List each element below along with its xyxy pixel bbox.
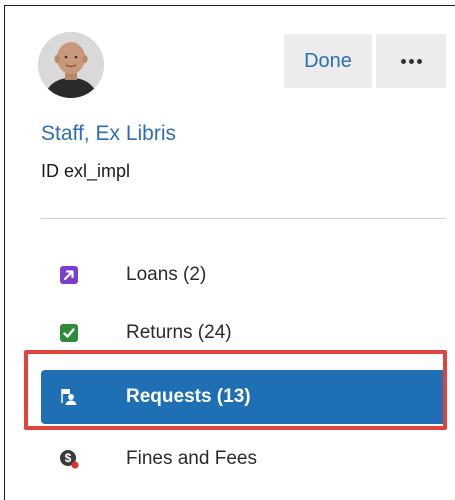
request-person-icon xyxy=(59,387,79,407)
divider xyxy=(41,218,446,219)
user-name-link[interactable]: Staff, Ex Libris xyxy=(41,122,176,146)
nav-item-label: Requests (13) xyxy=(126,386,251,407)
avatar[interactable] xyxy=(38,32,104,98)
done-button[interactable]: Done xyxy=(284,34,372,88)
fines-dollar-icon: $ xyxy=(59,449,79,469)
user-id: ID exl_impl xyxy=(41,161,130,182)
svg-text:$: $ xyxy=(65,451,72,465)
user-id-prefix: ID xyxy=(41,161,59,181)
nav-item-requests[interactable]: Requests (13) xyxy=(41,370,446,424)
return-check-icon xyxy=(59,323,79,343)
user-id-value: exl_impl xyxy=(64,161,131,181)
nav-item-label: Loans (2) xyxy=(126,264,207,285)
more-options-button[interactable] xyxy=(376,34,446,88)
user-panel: Done Staff, Ex Libris ID exl_impl Loans … xyxy=(4,5,455,500)
nav-item-loans[interactable]: Loans (2) xyxy=(41,250,446,300)
loan-arrow-icon xyxy=(59,265,79,285)
more-horizontal-icon xyxy=(400,58,422,64)
nav-item-returns[interactable]: Returns (24) xyxy=(41,308,446,358)
nav-item-label: Returns (24) xyxy=(126,322,232,343)
nav-item-fines-and-fees[interactable]: $ Fines and Fees xyxy=(41,434,446,484)
nav-item-label: Fines and Fees xyxy=(126,448,257,469)
